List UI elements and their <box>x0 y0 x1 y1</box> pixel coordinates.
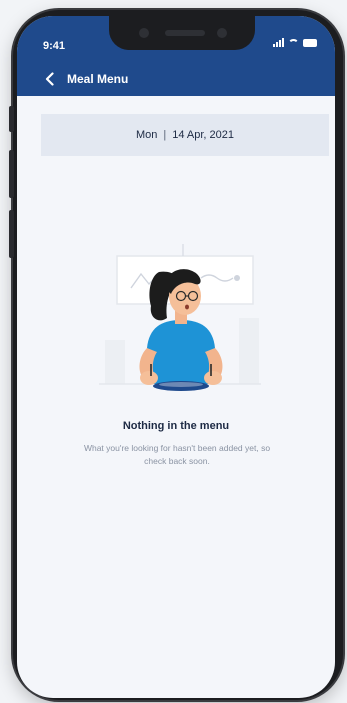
volume-up-button <box>9 150 14 198</box>
front-camera <box>217 28 227 38</box>
notch <box>109 16 255 50</box>
empty-menu-illustration <box>99 244 261 391</box>
date-value: 14 Apr, 2021 <box>172 129 235 141</box>
date-selector[interactable]: Mon | 14 Apr, 2021 <box>41 114 329 156</box>
battery-icon <box>303 39 317 47</box>
status-time: 9:41 <box>43 40 66 52</box>
chevron-left-icon <box>45 72 54 86</box>
mute-switch <box>9 106 14 132</box>
date-day: Mon <box>135 129 158 141</box>
volume-down-button <box>9 210 14 258</box>
empty-state-title: Nothing in the menu <box>122 420 230 432</box>
speaker-grille <box>165 30 205 36</box>
signal-icon <box>273 38 284 47</box>
status-icons <box>273 38 317 47</box>
nav-bar: Meal Menu <box>17 66 335 92</box>
page-title: Meal Menu <box>67 72 129 86</box>
sensor-dot <box>139 28 149 38</box>
date-separator: | <box>163 129 167 141</box>
back-button[interactable] <box>33 66 67 92</box>
empty-state-description: What you're looking for hasn't been adde… <box>83 443 271 466</box>
app-header: 9:41 Meal Menu <box>17 16 335 96</box>
wifi-icon <box>288 39 299 47</box>
phone-screen: 9:41 Meal Menu Mon | 14 Apr, 2021 Nothin… <box>17 16 335 698</box>
